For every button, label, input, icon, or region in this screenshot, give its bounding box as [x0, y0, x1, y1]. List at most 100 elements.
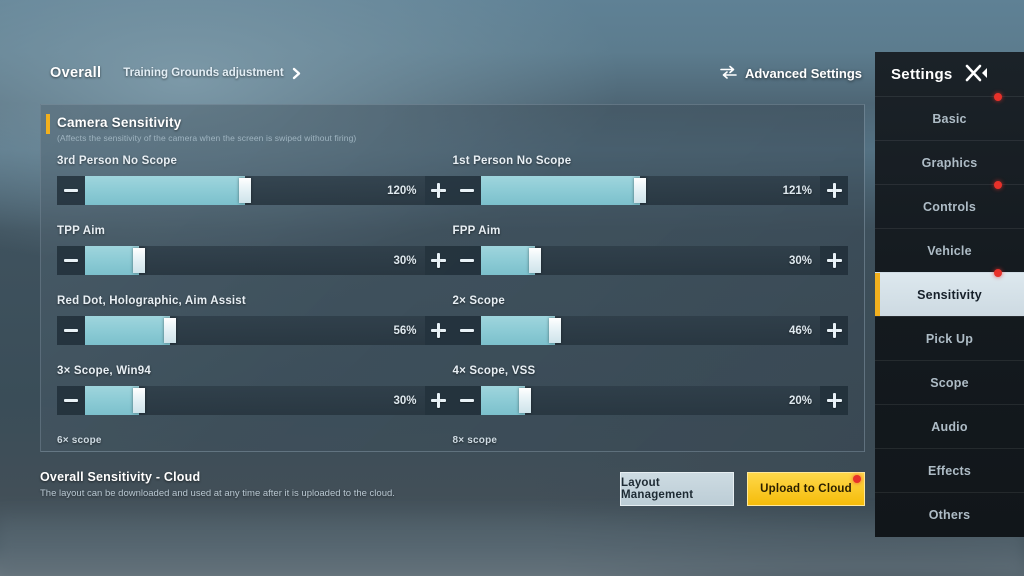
slider-row: 30% — [57, 246, 453, 275]
sidebar-item-controls[interactable]: Controls — [875, 181, 1024, 228]
sensitivity-row-partial: 8× scope — [452, 431, 849, 451]
plus-icon — [437, 183, 440, 198]
decrease-button[interactable] — [57, 176, 85, 205]
sensitivity-row: 4× Scope, VSS 20% — [452, 361, 848, 431]
increase-button[interactable] — [820, 386, 848, 415]
slider-row: 46% — [452, 316, 848, 345]
slider-track[interactable]: 20% — [480, 386, 820, 415]
sidebar-item-pick-up[interactable]: Pick Up — [875, 316, 1024, 360]
layout-management-button[interactable]: Layout Management — [620, 472, 734, 506]
increase-button[interactable] — [424, 176, 453, 205]
decrease-button[interactable] — [57, 246, 85, 275]
plus-icon — [832, 323, 836, 338]
sidebar-item-label: Basic — [932, 111, 967, 126]
sensitivity-row: 3rd Person No Scope 120% — [57, 151, 453, 221]
sensitivity-row-partial: 6× scope — [57, 431, 453, 451]
increase-button[interactable] — [820, 316, 848, 345]
sidebar-item-basic[interactable]: Basic — [875, 93, 1024, 140]
notification-dot-icon — [853, 475, 861, 483]
sidebar-item-graphics[interactable]: Graphics — [875, 140, 1024, 184]
swap-arrows-icon — [720, 65, 737, 82]
slider-fill — [480, 176, 641, 205]
minus-icon — [459, 399, 474, 402]
section-subtitle: (Affects the sensitivity of the camera w… — [57, 133, 357, 143]
decrease-button[interactable] — [452, 246, 481, 275]
sidebar-item-effects[interactable]: Effects — [875, 448, 1024, 492]
sidebar-item-label: Pick Up — [925, 331, 974, 346]
sensitivity-row-label: 6× scope — [57, 435, 102, 446]
increase-button[interactable] — [820, 176, 848, 205]
minus-icon — [459, 189, 474, 192]
sensitivity-row-label: 8× scope — [452, 435, 498, 446]
sidebar-item-sensitivity[interactable]: Sensitivity — [875, 269, 1024, 316]
increase-button[interactable] — [424, 316, 453, 345]
sensitivity-row: Red Dot, Holographic, Aim Assist 56% — [57, 291, 453, 361]
slider-knob[interactable] — [238, 178, 251, 203]
slider-row: 121% — [452, 176, 848, 205]
sidebar-item-others[interactable]: Others — [875, 492, 1024, 536]
slider-track[interactable]: 30% — [85, 386, 425, 415]
slider-track[interactable]: 30% — [85, 246, 425, 275]
decrease-button[interactable] — [57, 316, 85, 345]
decrease-button[interactable] — [452, 176, 481, 205]
sensitivity-row-label: Red Dot, Holographic, Aim Assist — [57, 295, 246, 307]
sidebar-item-label: Audio — [931, 419, 968, 434]
camera-sensitivity-panel: Camera Sensitivity (Affects the sensitiv… — [40, 104, 865, 452]
tab-overall[interactable]: Overall — [50, 65, 101, 81]
decrease-button[interactable] — [452, 386, 481, 415]
slider-knob[interactable] — [133, 248, 146, 273]
sidebar-item-vehicle[interactable]: Vehicle — [875, 228, 1024, 272]
slider-value: 30% — [393, 394, 417, 407]
advanced-settings-button[interactable]: Advanced Settings — [720, 65, 862, 82]
increase-button[interactable] — [424, 386, 453, 415]
decrease-button[interactable] — [57, 386, 85, 415]
notification-dot-icon — [994, 269, 1002, 277]
slider-fill — [480, 316, 556, 345]
slider-row: 30% — [452, 246, 848, 275]
slider-value: 56% — [393, 324, 417, 337]
slider-knob[interactable] — [549, 318, 562, 343]
sensitivity-row-label: FPP Aim — [452, 225, 501, 237]
sensitivity-row: 3× Scope, Win94 30% — [57, 361, 453, 431]
slider-knob[interactable] — [518, 388, 531, 413]
slider-fill — [480, 246, 535, 275]
increase-button[interactable] — [820, 246, 848, 275]
slider-knob[interactable] — [133, 388, 146, 413]
slider-value: 46% — [788, 324, 812, 337]
notification-dot-icon — [994, 181, 1002, 189]
sensitivity-row-label: 3× Scope, Win94 — [57, 365, 151, 377]
upload-to-cloud-button[interactable]: Upload to Cloud — [747, 472, 865, 506]
plus-icon — [832, 253, 836, 268]
slider-row: 30% — [57, 386, 453, 415]
slider-knob[interactable] — [634, 178, 647, 203]
close-icon[interactable] — [963, 61, 989, 87]
sidebar-item-label: Scope — [930, 375, 969, 390]
cloud-actions: Layout Management Upload to Cloud — [620, 472, 865, 506]
slider-track[interactable]: 121% — [480, 176, 820, 205]
training-grounds-label: Training Grounds adjustment — [123, 67, 284, 79]
increase-button[interactable] — [424, 246, 453, 275]
sidebar-item-scope[interactable]: Scope — [875, 360, 1024, 404]
sidebar-item-audio[interactable]: Audio — [875, 404, 1024, 448]
slider-track[interactable]: 46% — [480, 316, 820, 345]
slider-track[interactable]: 120% — [85, 176, 425, 205]
training-grounds-link[interactable]: Training Grounds adjustment — [123, 67, 303, 80]
sidebar-title: Settings — [891, 65, 953, 83]
slider-track[interactable]: 56% — [85, 316, 425, 345]
minus-icon — [64, 259, 78, 262]
settings-sidebar: Settings Basic Graphics Controls Vehicle Sen… — [875, 52, 1024, 537]
sidebar-item-label: Graphics — [921, 155, 978, 170]
layout-management-label: Layout Management — [621, 477, 694, 501]
sensitivity-row: 2× Scope 46% — [452, 291, 848, 361]
sensitivity-row: TPP Aim 30% — [57, 221, 453, 291]
slider-track[interactable]: 30% — [480, 246, 820, 275]
sidebar-menu: Basic Graphics Controls Vehicle Sensitivity P… — [875, 93, 1024, 536]
sensitivity-row-label: 3rd Person No Scope — [57, 155, 178, 167]
slider-knob[interactable] — [528, 248, 541, 273]
top-bar: Overall Training Grounds adjustment Adva… — [0, 52, 880, 94]
sidebar-item-label: Controls — [923, 199, 976, 214]
decrease-button[interactable] — [452, 316, 481, 345]
slider-knob[interactable] — [163, 318, 176, 343]
sensitivity-settings-grid: 3rd Person No Scope 120% 1st Person No Sco… — [41, 151, 864, 451]
sidebar-item-label: Effects — [927, 463, 972, 478]
